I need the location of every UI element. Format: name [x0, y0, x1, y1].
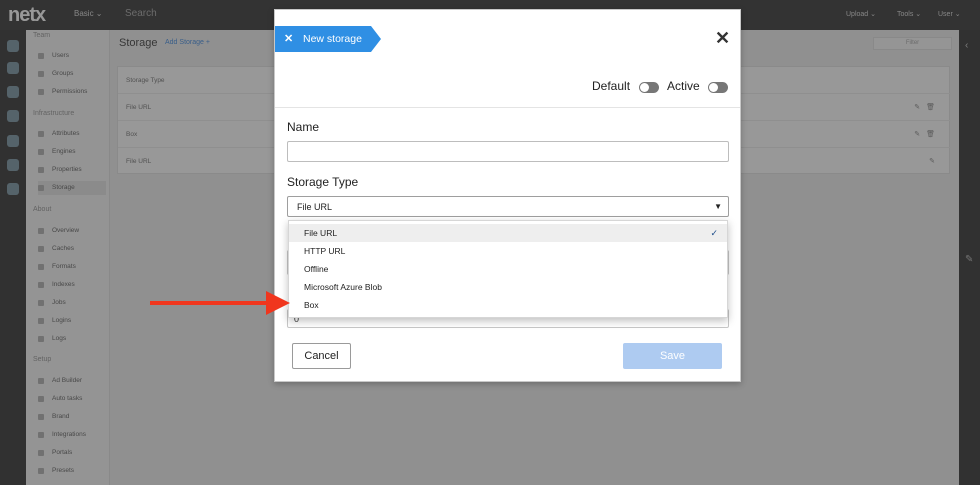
checkmark-icon: ✓ [710, 228, 718, 238]
save-button[interactable]: Save [623, 343, 722, 369]
storage-type-dropdown: File URL ✓ HTTP URL Offline Microsoft Az… [288, 220, 728, 318]
storage-type-select[interactable]: File URL ▼ [287, 196, 729, 217]
annotation-arrow-head [266, 291, 290, 315]
new-storage-dialog: ✕ New storage ✕ Default Active Name Stor… [274, 9, 741, 382]
storage-type-label: Storage Type [287, 175, 359, 189]
option-label: Box [304, 300, 319, 310]
name-label: Name [287, 120, 320, 134]
active-label: Active [667, 79, 700, 93]
option-label: File URL [304, 228, 338, 238]
close-icon[interactable]: ✕ [284, 26, 293, 52]
storage-type-value: File URL [297, 202, 333, 212]
dialog-title-tag: ✕ New storage [275, 26, 381, 52]
close-button[interactable]: ✕ [715, 28, 730, 49]
toggle-knob [640, 83, 649, 92]
default-toggle[interactable] [639, 82, 659, 93]
caret-down-icon: ▼ [714, 202, 722, 211]
divider [275, 107, 740, 108]
dialog-title: New storage [303, 33, 362, 45]
option-label: Offline [304, 264, 329, 274]
option-offline[interactable]: Offline [289, 260, 727, 278]
app-root: netx Basic ⌄ Search Upload ⌄ Tools ⌄ Use… [0, 0, 980, 485]
option-box[interactable]: Box [289, 296, 727, 314]
annotation-arrow-shaft [150, 301, 268, 305]
option-label: Microsoft Azure Blob [304, 282, 382, 292]
toggle-knob [709, 83, 718, 92]
default-label: Default [592, 79, 631, 93]
name-field[interactable] [287, 141, 729, 162]
option-azure-blob[interactable]: Microsoft Azure Blob [289, 278, 727, 296]
option-file-url[interactable]: File URL ✓ [289, 224, 727, 242]
option-http-url[interactable]: HTTP URL [289, 242, 727, 260]
option-label: HTTP URL [304, 246, 346, 256]
cancel-button[interactable]: Cancel [292, 343, 351, 369]
active-toggle[interactable] [708, 82, 728, 93]
